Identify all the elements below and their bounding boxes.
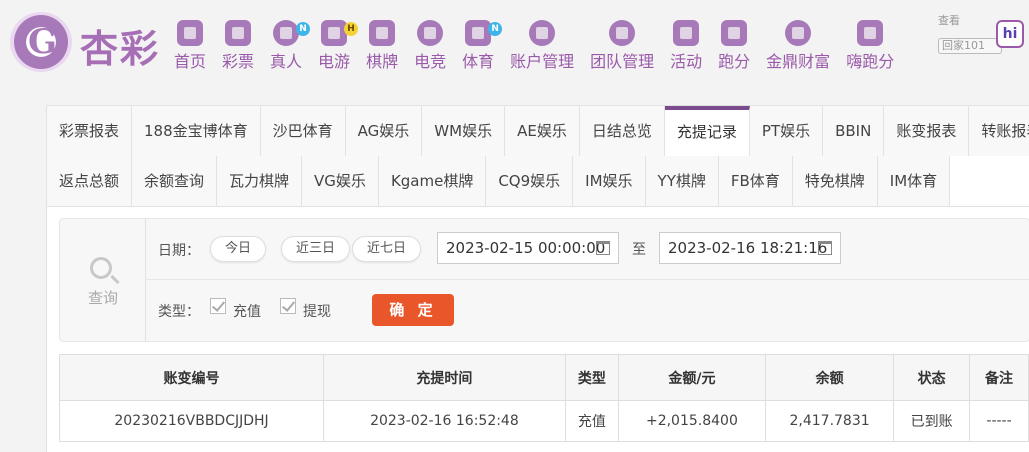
tab-deposit-withdraw-records[interactable]: 充提记录 bbox=[664, 106, 750, 156]
nav-item-lottery[interactable]: 彩票 bbox=[214, 0, 262, 82]
calendar-icon bbox=[596, 241, 610, 255]
hi-app-icon[interactable]: hi bbox=[996, 20, 1024, 48]
logo-text: 杏彩 bbox=[80, 27, 161, 71]
live-dealer-icon bbox=[273, 20, 300, 46]
cell-remark: ----- bbox=[969, 400, 1029, 442]
col-header-amount: 金额/元 bbox=[617, 354, 766, 401]
watermark: 查看 回家101 bbox=[938, 14, 1002, 54]
tab-lottery-report[interactable]: 彩票报表 bbox=[47, 106, 133, 156]
tabs-divider bbox=[47, 206, 1029, 207]
tab-rebate-total[interactable]: 返点总额 bbox=[47, 156, 133, 206]
tab-account-change-report[interactable]: 账变报表 bbox=[884, 106, 970, 156]
cell-amount: +2,015.8400 bbox=[617, 400, 766, 442]
team-icon bbox=[609, 20, 636, 46]
tab-daily-summary[interactable]: 日结总览 bbox=[579, 106, 665, 156]
quick-today-button[interactable]: 今日 bbox=[210, 236, 267, 262]
tab-wm[interactable]: WM娱乐 bbox=[422, 106, 506, 156]
cell-status: 已到账 bbox=[893, 400, 971, 442]
search-icon bbox=[90, 257, 112, 279]
tab-bbin[interactable]: BBIN bbox=[823, 106, 885, 156]
col-header-type: 类型 bbox=[564, 354, 619, 401]
nav-item-cards[interactable]: 棋牌 bbox=[358, 0, 406, 82]
cell-balance: 2,417.7831 bbox=[764, 400, 895, 442]
nav-item-team[interactable]: 团队管理 bbox=[582, 0, 662, 82]
filter-row-divider bbox=[146, 279, 1029, 280]
tab-transfer-report[interactable]: 转账报表 bbox=[969, 106, 1029, 156]
home-icon bbox=[177, 20, 203, 46]
tab-vg[interactable]: VG娱乐 bbox=[302, 156, 379, 206]
nav-item-live[interactable]: N 真人 bbox=[262, 0, 311, 82]
col-header-id: 账变编号 bbox=[58, 354, 325, 401]
gamepad-icon bbox=[417, 20, 444, 46]
col-header-time: 充提时间 bbox=[323, 354, 566, 401]
yen-coin-icon bbox=[529, 20, 556, 46]
nav-item-account[interactable]: 账户管理 bbox=[502, 0, 582, 82]
tab-cq9[interactable]: CQ9娱乐 bbox=[486, 156, 574, 206]
tab-fb-sports[interactable]: FB体育 bbox=[718, 156, 793, 206]
tab-ae[interactable]: AE娱乐 bbox=[505, 106, 580, 156]
tab-wali-cards[interactable]: 瓦力棋牌 bbox=[217, 156, 303, 206]
hi-run-icon bbox=[857, 20, 884, 46]
nav-item-activity[interactable]: 活动 bbox=[662, 0, 710, 82]
nav-item-esports[interactable]: 电竞 bbox=[406, 0, 454, 82]
tab-im-sports[interactable]: IM体育 bbox=[877, 156, 951, 206]
cell-id: 20230216VBBDCJJDHJ bbox=[58, 400, 325, 442]
tab-pt[interactable]: PT娱乐 bbox=[749, 106, 824, 156]
tab-kgame[interactable]: Kgame棋牌 bbox=[378, 156, 487, 206]
wealth-icon bbox=[785, 20, 812, 46]
col-header-remark: 备注 bbox=[969, 354, 1029, 401]
withdraw-checkbox[interactable] bbox=[280, 298, 296, 314]
cell-type: 充值 bbox=[564, 400, 619, 442]
type-label: 类型： bbox=[158, 304, 200, 320]
quick-3days-button[interactable]: 近三日 bbox=[281, 236, 351, 262]
tab-temian-cards[interactable]: 特免棋牌 bbox=[792, 156, 878, 206]
logo-emblem-icon: G bbox=[10, 12, 72, 72]
main-nav: 首页 彩票 N 真人 H 电游 棋牌 电竞 N 体育 账户管理 团队管理 活动 … bbox=[166, 0, 902, 82]
site-logo[interactable]: G 杏彩 bbox=[10, 12, 170, 74]
deposit-checkbox-label: 充值 bbox=[233, 304, 261, 320]
new-badge: N bbox=[488, 22, 503, 36]
slot-game-icon bbox=[321, 20, 348, 46]
tab-im[interactable]: IM娱乐 bbox=[573, 156, 646, 206]
hot-badge: H bbox=[344, 22, 359, 36]
cards-icon bbox=[369, 20, 396, 46]
tab-188-sports[interactable]: 188金宝博体育 bbox=[132, 106, 261, 156]
quick-7days-button[interactable]: 近七日 bbox=[352, 236, 422, 262]
gift-icon bbox=[673, 20, 700, 46]
tab-saba-sports[interactable]: 沙巴体育 bbox=[260, 106, 346, 156]
nav-item-wealth[interactable]: 金鼎财富 bbox=[758, 0, 838, 82]
deposit-checkbox[interactable] bbox=[210, 298, 226, 314]
tab-yy-cards[interactable]: YY棋牌 bbox=[645, 156, 719, 206]
running-icon bbox=[721, 20, 748, 46]
trophy-icon bbox=[465, 20, 492, 46]
new-badge: N bbox=[296, 22, 311, 36]
nav-item-hi-run[interactable]: 嗨跑分 bbox=[838, 0, 902, 82]
records-table: 账变编号 充提时间 类型 金额/元 余额 状态 备注 20230216VBBDC… bbox=[58, 354, 1029, 442]
top-header: G 杏彩 首页 彩票 N 真人 H 电游 棋牌 电竞 N 体育 账户管理 团队管… bbox=[0, 0, 1029, 82]
to-label: 至 bbox=[632, 242, 646, 258]
query-column[interactable]: 查询 bbox=[60, 219, 146, 341]
tab-ag[interactable]: AG娱乐 bbox=[345, 106, 423, 156]
start-date-input[interactable]: 2023-02-15 00:00:00 bbox=[437, 232, 619, 264]
tabs-row-2: 返点总额 余额查询 瓦力棋牌 VG娱乐 Kgame棋牌 CQ9娱乐 IM娱乐 Y… bbox=[47, 156, 951, 206]
date-label: 日期： bbox=[158, 243, 200, 259]
withdraw-checkbox-label: 提现 bbox=[303, 304, 331, 320]
cell-time: 2023-02-16 16:52:48 bbox=[323, 400, 566, 442]
nav-item-home[interactable]: 首页 bbox=[166, 0, 214, 82]
tabs-row-1: 彩票报表 188金宝博体育 沙巴体育 AG娱乐 WM娱乐 AE娱乐 日结总览 充… bbox=[47, 106, 1029, 156]
nav-item-sports[interactable]: N 体育 bbox=[454, 0, 503, 82]
nav-item-slots[interactable]: H 电游 bbox=[310, 0, 359, 82]
col-header-balance: 余额 bbox=[764, 354, 895, 401]
table-row: 20230216VBBDCJJDHJ 2023-02-16 16:52:48 充… bbox=[58, 400, 1029, 442]
end-date-input[interactable]: 2023-02-16 18:21:16 bbox=[659, 232, 841, 264]
table-header-row: 账变编号 充提时间 类型 金额/元 余额 状态 备注 bbox=[58, 354, 1029, 401]
nav-item-run-score[interactable]: 跑分 bbox=[710, 0, 758, 82]
calendar-icon bbox=[818, 241, 832, 255]
query-label: 查询 bbox=[87, 289, 118, 307]
confirm-button[interactable]: 确 定 bbox=[372, 294, 454, 326]
lottery-ticket-icon bbox=[225, 20, 252, 46]
tab-balance-query[interactable]: 余额查询 bbox=[132, 156, 218, 206]
col-header-status: 状态 bbox=[893, 354, 971, 401]
